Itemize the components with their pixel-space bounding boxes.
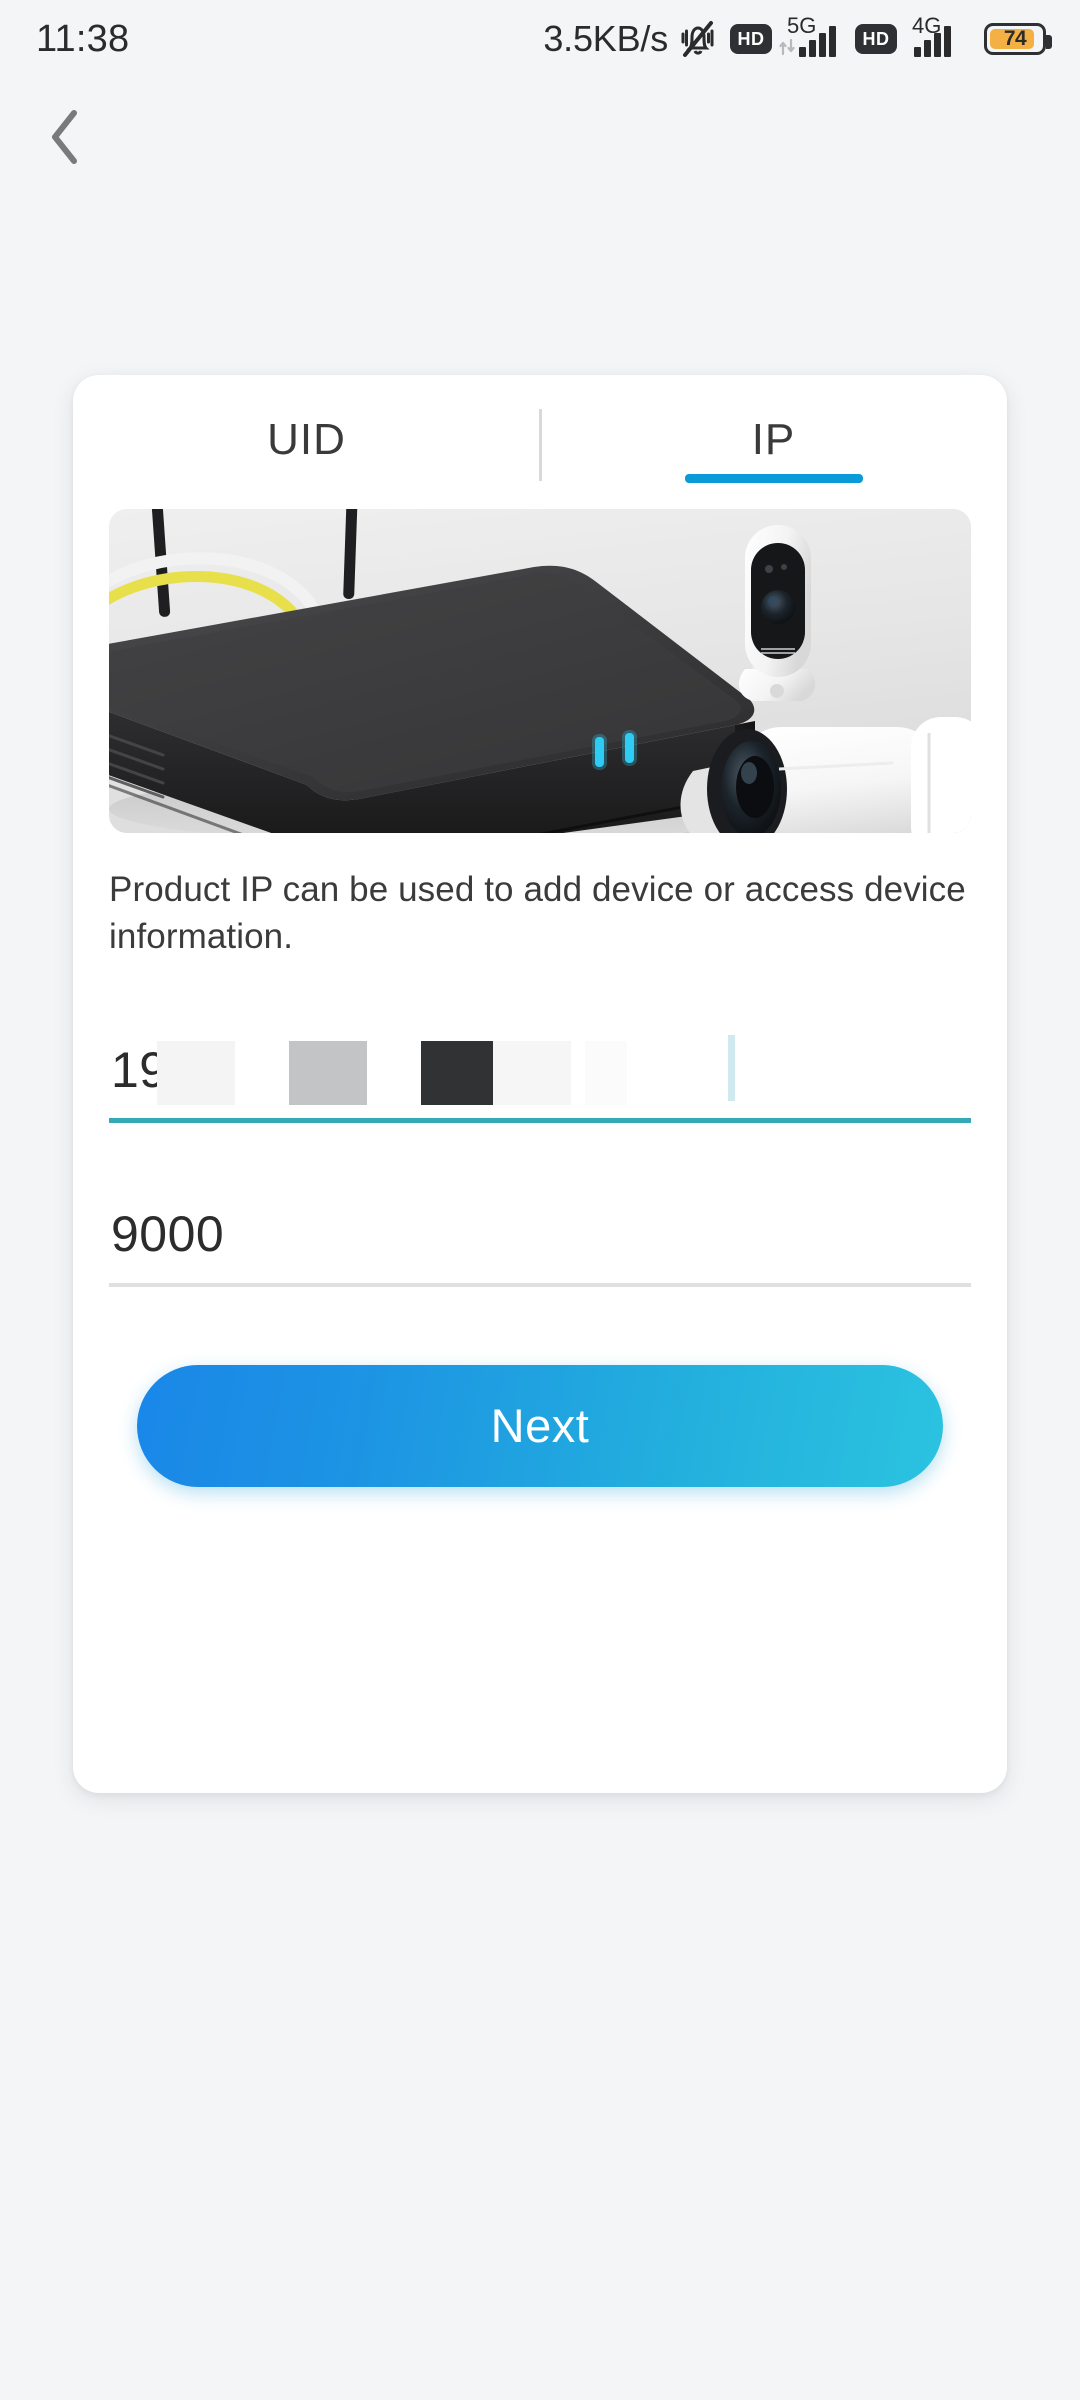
tab-uid-label: UID — [267, 415, 346, 464]
mute-bell-icon — [672, 16, 724, 62]
tab-ip-label: IP — [751, 415, 796, 464]
status-bar-clock: 11:38 — [36, 17, 130, 60]
network-speed-label: 3.5KB/s — [543, 18, 668, 59]
tab-uid[interactable]: UID — [73, 375, 540, 505]
signal-5g-icon: 5G — [777, 13, 849, 62]
primary-action-area: Next — [109, 1364, 971, 1487]
signal-4g-icon: 4G — [902, 13, 974, 62]
chevron-left-icon — [52, 110, 77, 164]
ip-field-underline — [109, 1117, 971, 1123]
redaction-block — [157, 1040, 235, 1105]
ip-address-field[interactable]: 19 — [109, 1013, 971, 1123]
hd-badge-icon-2: HD — [855, 24, 897, 54]
app-screen: 11:38 3.5KB/s HD 5G HD 4G 74 UID IP Prod… — [0, 0, 1080, 2400]
navigation-bar — [0, 78, 1080, 188]
next-button[interactable]: Next — [137, 1364, 943, 1487]
tab-ip-indicator — [684, 474, 863, 483]
port-field-underline — [109, 1282, 971, 1287]
tab-ip[interactable]: IP — [540, 375, 1007, 505]
back-button[interactable] — [22, 94, 108, 180]
data-transfer-icon — [779, 38, 795, 56]
nvr-and-cameras-illustration — [109, 509, 971, 833]
product-image — [109, 509, 971, 833]
status-bar-icons: 3.5KB/s HD 5G HD 4G 74 — [543, 13, 1052, 62]
port-value: 9000 — [111, 1205, 225, 1262]
port-field[interactable]: 9000 — [109, 1179, 971, 1287]
battery-level-label: 74 — [1003, 27, 1027, 50]
tab-uid-indicator — [218, 474, 396, 483]
tab-bar: UID IP — [73, 375, 1007, 505]
text-cursor — [728, 1034, 735, 1101]
redaction-block — [493, 1040, 571, 1105]
add-device-card: UID IP Product IP can be used to add dev… — [73, 375, 1007, 1793]
redaction-block — [289, 1040, 367, 1105]
hd-badge-icon: HD — [730, 24, 772, 54]
signal-bars-2 — [914, 26, 951, 57]
battery-icon: 74 — [984, 23, 1052, 55]
status-bar: 11:38 3.5KB/s HD 5G HD 4G 74 — [0, 0, 1080, 78]
redaction-block — [585, 1040, 627, 1105]
description-text: Product IP can be used to add device or … — [109, 870, 966, 956]
redaction-block — [421, 1040, 493, 1105]
signal-bars — [799, 26, 836, 57]
